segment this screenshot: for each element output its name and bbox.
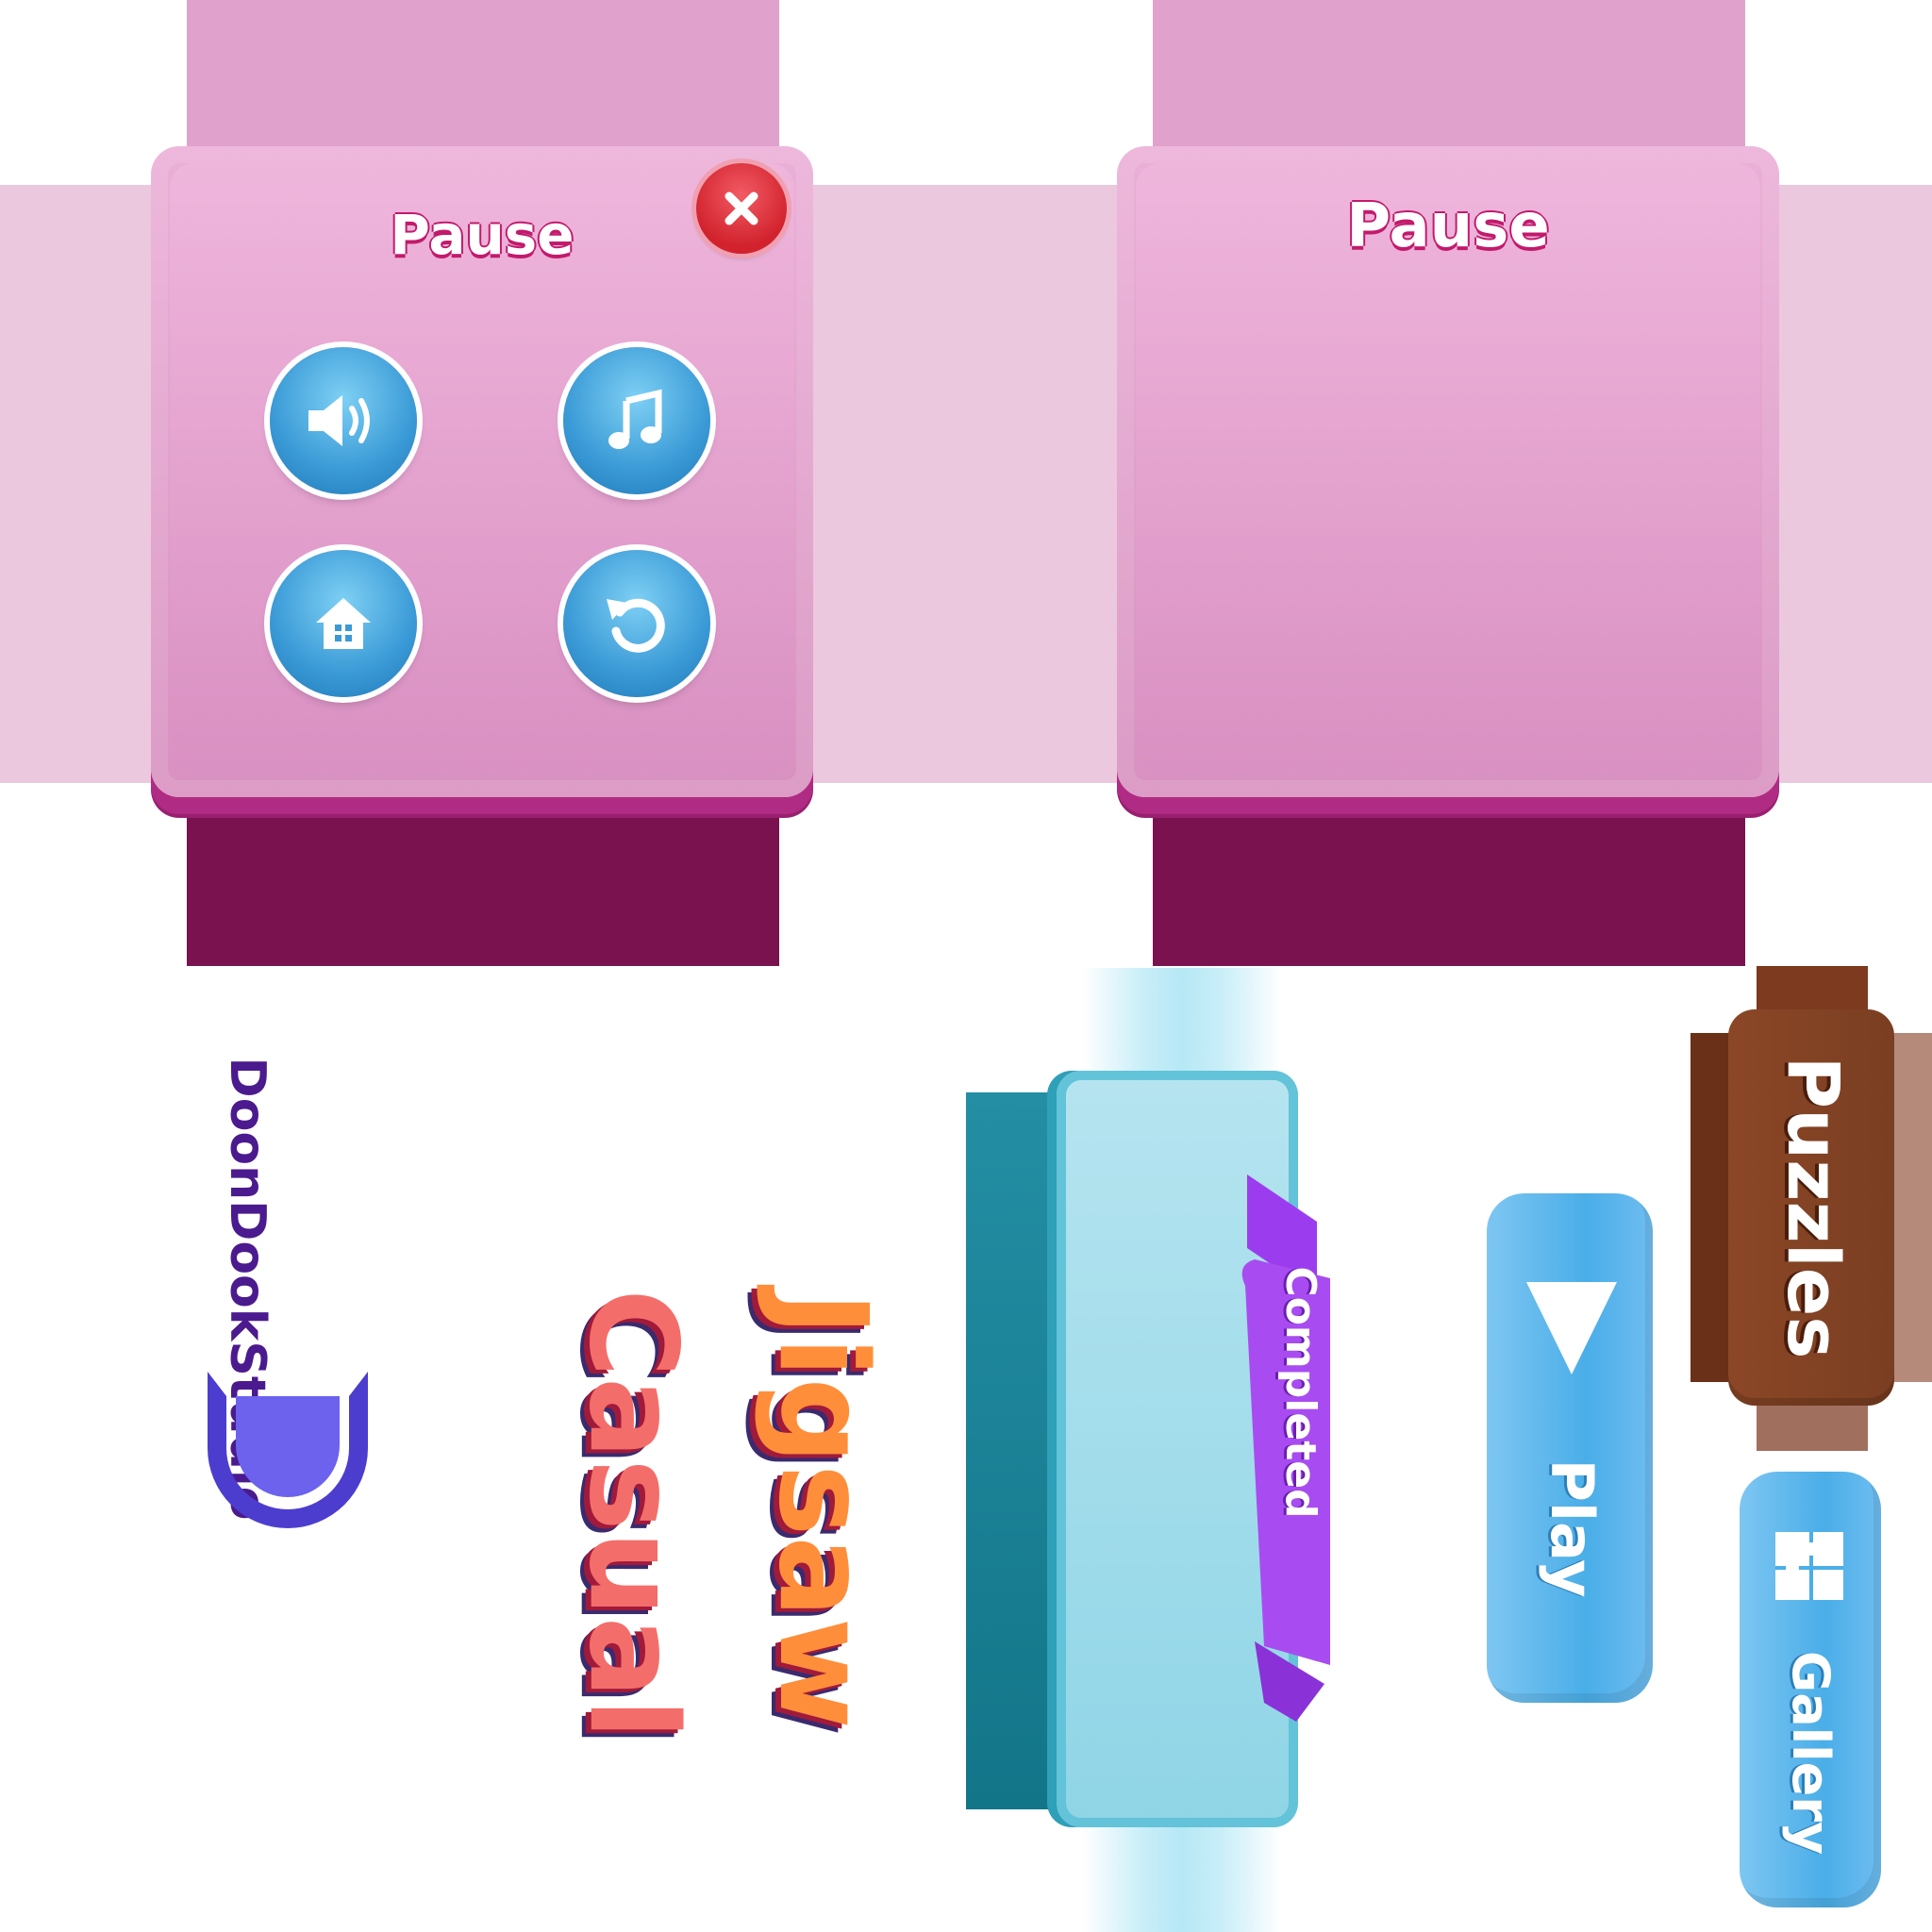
puzzles-banner-bottom — [1757, 1398, 1868, 1451]
puzzles-banner-side-right — [1894, 1033, 1932, 1382]
title-jigsaw: Jigsaw — [752, 1291, 892, 1729]
strip-bottom-right — [1153, 811, 1745, 966]
restart-icon — [607, 598, 665, 653]
close-button[interactable] — [696, 163, 787, 254]
speaker-icon — [308, 395, 370, 446]
close-icon — [724, 192, 758, 225]
play-button[interactable]: Play — [1487, 1193, 1653, 1703]
gallery-button[interactable]: Gallery — [1740, 1472, 1881, 1907]
studio-logo-icon — [208, 1372, 368, 1528]
gallery-label: Gallery — [1781, 1650, 1840, 1856]
sound-button[interactable] — [270, 347, 417, 494]
music-note-icon — [608, 389, 662, 449]
play-triangle-icon — [1526, 1282, 1617, 1374]
pause-panel-empty: Pause — [1117, 146, 1779, 797]
music-button[interactable] — [563, 347, 710, 494]
play-label: Play — [1538, 1458, 1607, 1598]
strip-top-right — [1153, 0, 1745, 160]
completed-label: Completed — [1276, 1266, 1324, 1519]
title-casual: Casual — [562, 1289, 703, 1740]
pause-title: Pause — [1346, 192, 1550, 261]
home-button[interactable] — [270, 550, 417, 697]
strip-top-left — [187, 0, 779, 160]
puzzles-label: Puzzles — [1772, 1056, 1856, 1359]
puzzle-piece-icon — [1775, 1532, 1843, 1600]
strip-bottom-left — [187, 811, 779, 966]
pause-panel-buttons: Pause — [151, 146, 813, 797]
restart-button[interactable] — [563, 550, 710, 697]
home-icon — [316, 598, 371, 649]
puzzles-banner: Puzzles — [1728, 1009, 1894, 1406]
